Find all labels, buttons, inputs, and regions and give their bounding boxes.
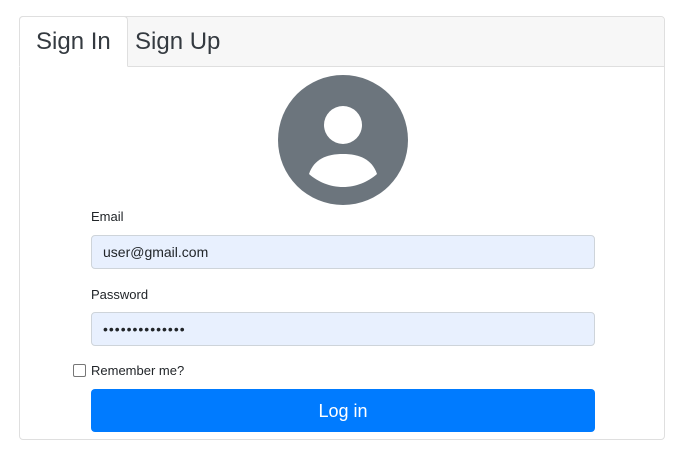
user-avatar-icon: [278, 75, 408, 205]
password-field[interactable]: [91, 312, 595, 346]
remember-me-checkbox[interactable]: [73, 364, 86, 377]
tab-sign-in[interactable]: Sign In: [19, 16, 128, 67]
remember-me-label[interactable]: Remember me?: [91, 363, 184, 378]
password-label: Password: [91, 287, 149, 302]
login-button[interactable]: Log in: [91, 389, 595, 432]
email-label: Email: [91, 209, 124, 224]
tab-sign-up[interactable]: Sign Up: [119, 17, 236, 67]
user-silhouette-icon: [309, 106, 377, 187]
email-field[interactable]: [91, 235, 595, 269]
login-card: Sign In Sign Up Email Password Remember …: [19, 16, 665, 440]
tab-bar: Sign In Sign Up: [19, 16, 664, 67]
